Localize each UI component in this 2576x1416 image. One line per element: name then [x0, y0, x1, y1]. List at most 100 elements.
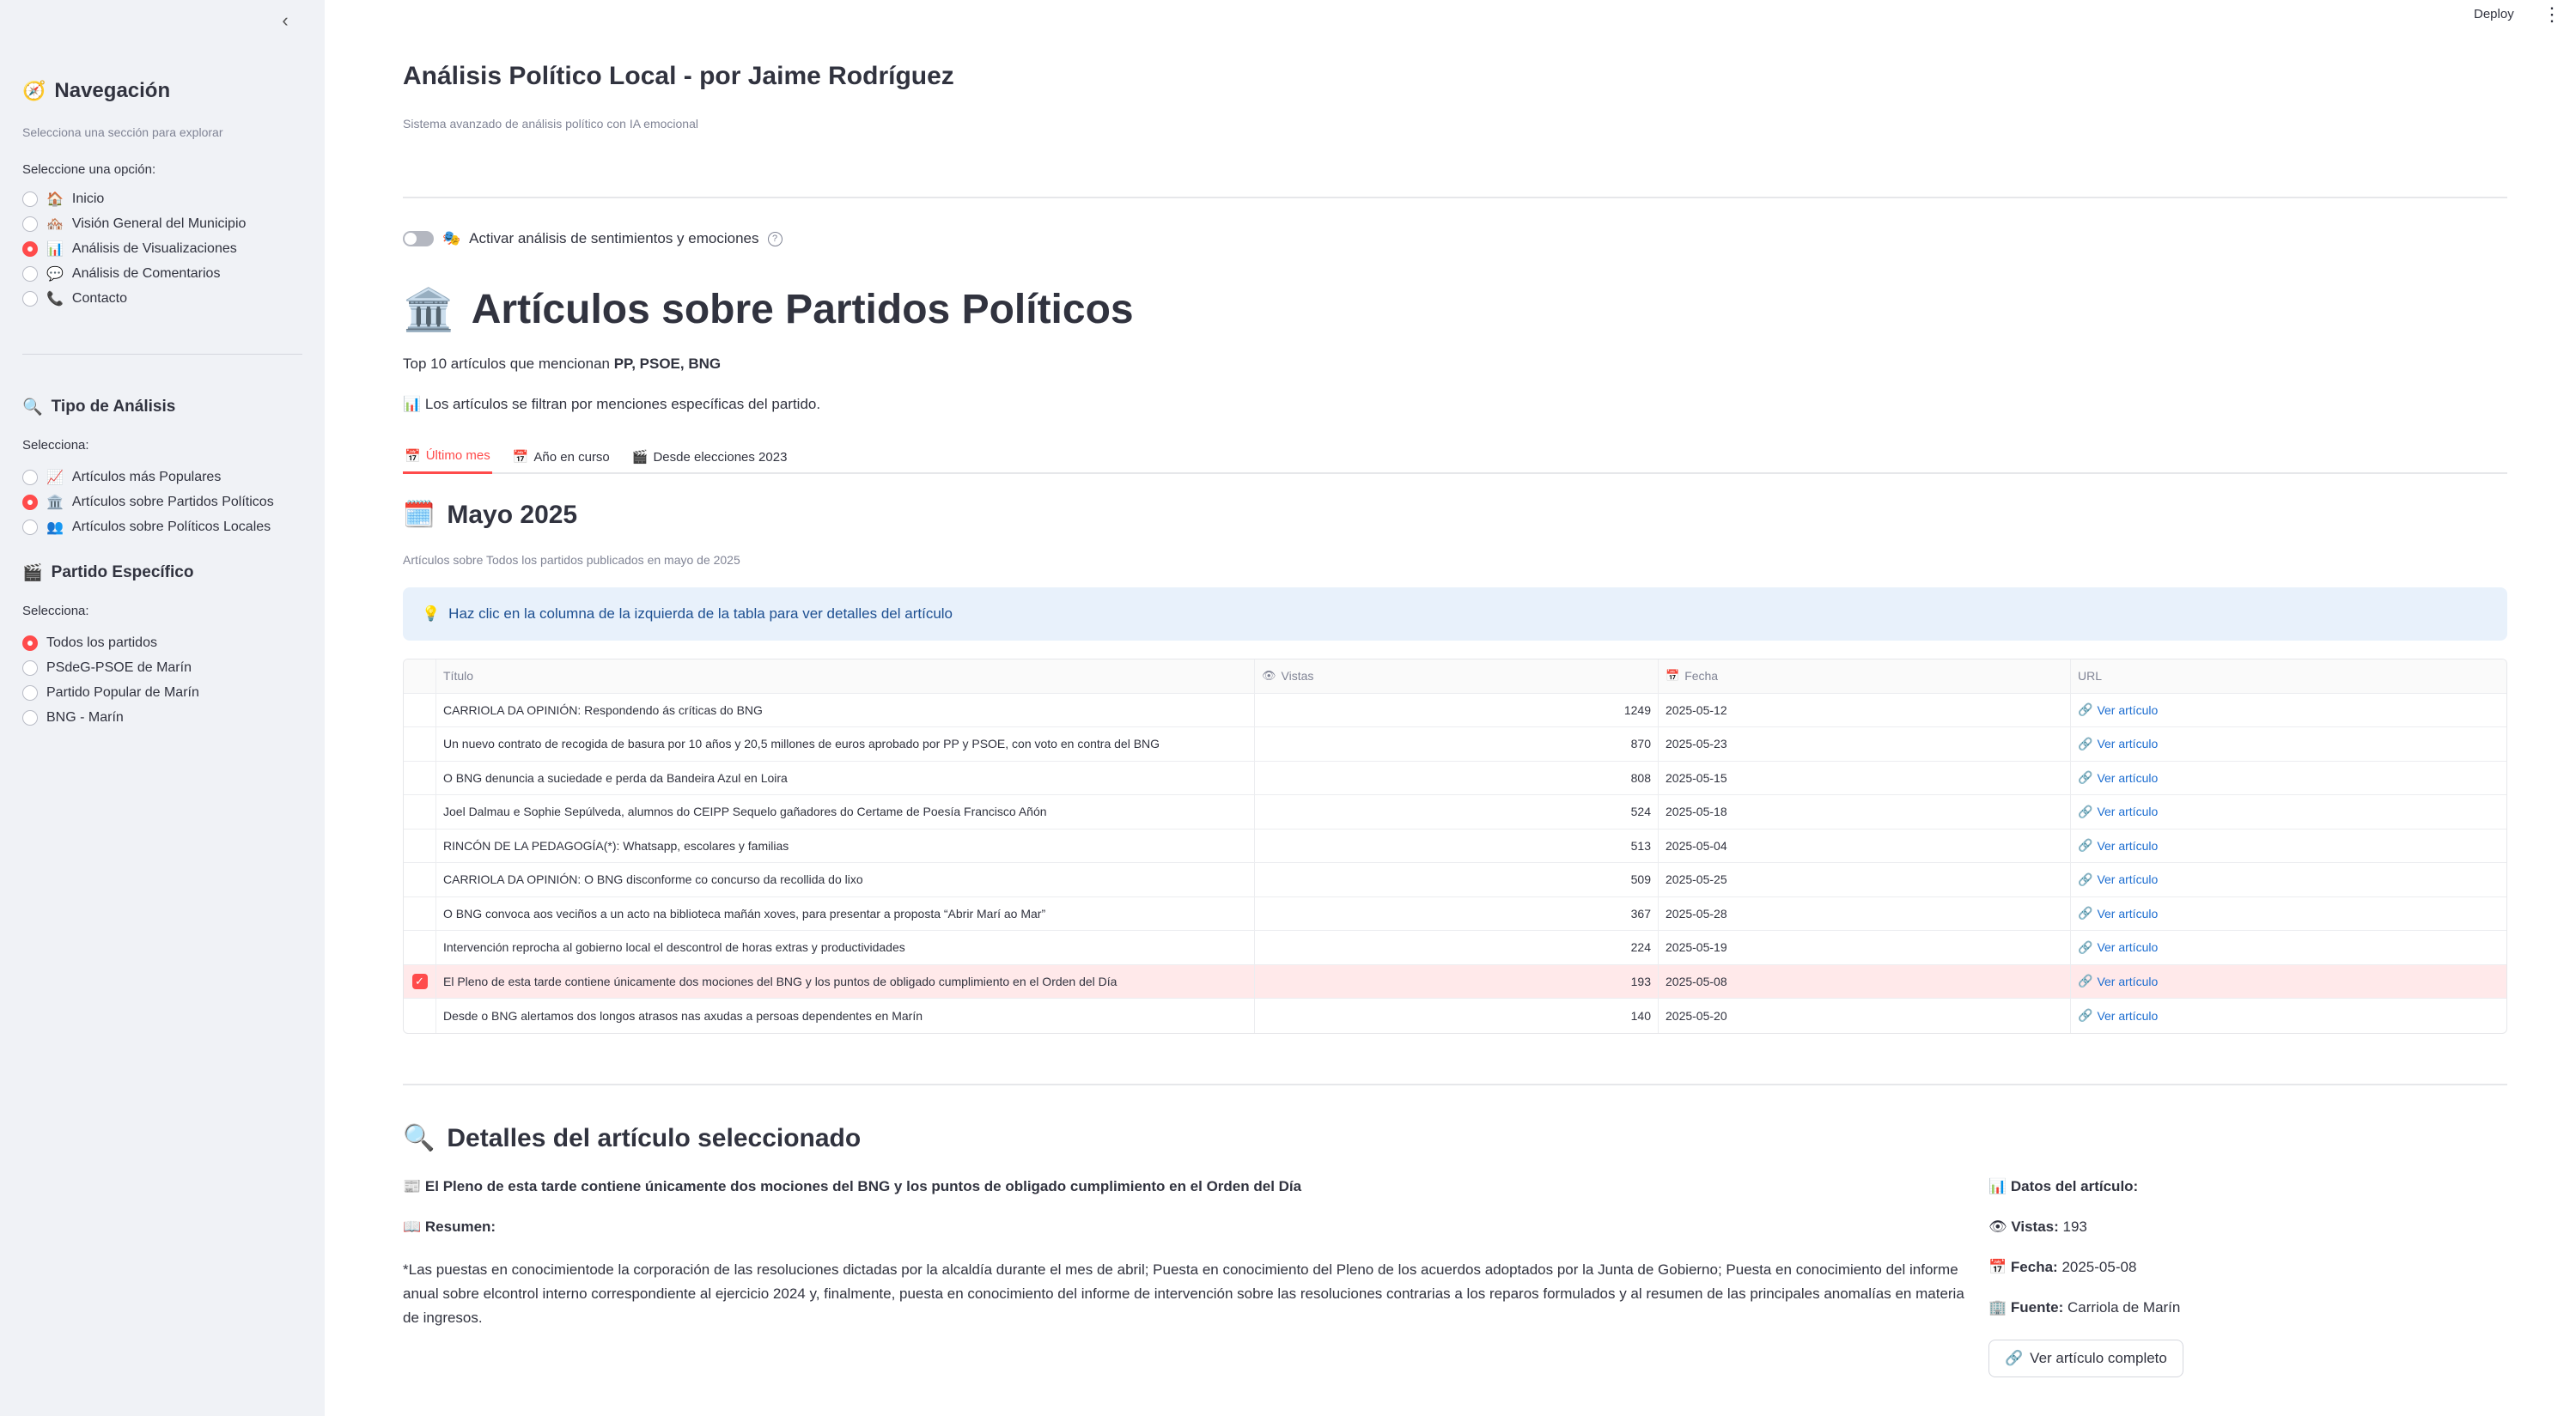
table-row[interactable]: ✓ El Pleno de esta tarde contiene únicame…	[404, 964, 2506, 999]
classical-building-icon: 🏛️	[403, 288, 454, 333]
column-header-date[interactable]: 📅 Fecha	[1659, 659, 2071, 693]
nav-heading-label: Navegación	[54, 79, 171, 102]
table-row[interactable]: Joel Dalmau e Sophie Sepúlveda, alumnos …	[404, 795, 2506, 830]
analysis-option-0[interactable]: 📈 Artículos más Populares	[22, 465, 221, 489]
article-date-label: Fecha:	[2010, 1259, 2058, 1275]
party-option-3[interactable]: BNG - Marín	[22, 706, 124, 730]
nav-option-0[interactable]: 🏠 Inicio	[22, 187, 104, 211]
filter-note: 📊 Los artículos se filtran por menciones…	[403, 396, 820, 413]
nav-option-icon: 🏘️	[46, 217, 64, 232]
article-views: 👁 Vistas: 193	[1988, 1218, 2087, 1236]
sentiment-toggle-row: 🎭 Activar análisis de sentimientos y emo…	[403, 230, 783, 247]
article-link[interactable]: 🔗 Ver artículo	[2078, 872, 2158, 887]
clapper-icon: 🎬	[22, 564, 43, 582]
row-select-cell[interactable]	[404, 727, 436, 761]
article-link[interactable]: 🔗 Ver artículo	[2078, 1008, 2158, 1023]
cell-title: Desde o BNG alertamos dos longos atrasos…	[436, 999, 1255, 1033]
party-heading: 🎬 Partido Específico	[22, 562, 193, 583]
sidebar: ‹ 🧭 Navegación Selecciona una sección pa…	[0, 0, 325, 1416]
cell-url: 🔗 Ver artículo	[2071, 727, 2506, 761]
table-row[interactable]: Desde o BNG alertamos dos longos atrasos…	[404, 999, 2506, 1033]
row-select-cell[interactable]	[404, 896, 436, 930]
sentiment-toggle[interactable]	[403, 231, 434, 246]
nav-option-label: Visión General del Municipio	[71, 216, 247, 231]
articles-table: Título 👁 Vistas 📅 Fecha URL CARRIOLA DA …	[403, 659, 2507, 1034]
cell-views: 509	[1255, 863, 1659, 896]
main-menu-icon[interactable]: ⋮	[2543, 3, 2561, 26]
select-column-header[interactable]	[404, 659, 436, 693]
radio-button[interactable]	[22, 216, 38, 232]
column-header-views[interactable]: 👁 Vistas	[1255, 659, 1659, 693]
radio-button[interactable]	[22, 266, 38, 282]
party-option-2[interactable]: Partido Popular de Marín	[22, 681, 199, 705]
nav-option-1[interactable]: 🏘️ Visión General del Municipio	[22, 212, 246, 236]
party-option-label: Partido Popular de Marín	[46, 685, 199, 700]
article-link[interactable]: 🔗 Ver artículo	[2078, 737, 2158, 751]
radio-button[interactable]	[22, 710, 38, 726]
row-select-cell[interactable]	[404, 931, 436, 964]
radio-button[interactable]	[22, 291, 38, 307]
article-link[interactable]: 🔗 Ver artículo	[2078, 770, 2158, 785]
analysis-option-2[interactable]: 👥 Artículos sobre Políticos Locales	[22, 515, 271, 539]
cell-date: 2025-05-25	[1659, 863, 2071, 896]
row-select-cell[interactable]	[404, 761, 436, 794]
article-link[interactable]: 🔗 Ver artículo	[2078, 805, 2158, 819]
article-link[interactable]: 🔗 Ver artículo	[2078, 838, 2158, 853]
article-source-value: Carriola de Marín	[2067, 1299, 2181, 1316]
cell-date: 2025-05-15	[1659, 761, 2071, 794]
view-full-article-button[interactable]: 🔗 Ver artículo completo	[1988, 1340, 2183, 1377]
magnifier-icon: 🔍	[403, 1124, 435, 1152]
radio-button[interactable]	[22, 470, 38, 485]
row-select-cell[interactable]	[404, 693, 436, 726]
cell-title: O BNG denuncia a suciedade e perda da Ba…	[436, 761, 1255, 794]
link-icon: 🔗	[2078, 804, 2093, 818]
cell-url: 🔗 Ver artículo	[2071, 830, 2506, 863]
cell-views: 224	[1255, 931, 1659, 964]
radio-button[interactable]	[22, 495, 38, 510]
radio-button[interactable]	[22, 685, 38, 701]
article-link[interactable]: 🔗 Ver artículo	[2078, 974, 2158, 988]
deploy-button[interactable]: Deploy	[2474, 7, 2514, 21]
table-row[interactable]: Un nuevo contrato de recogida de basura …	[404, 727, 2506, 762]
table-row[interactable]: O BNG denuncia a suciedade e perda da Ba…	[404, 761, 2506, 795]
row-select-cell[interactable]	[404, 999, 436, 1033]
table-row[interactable]: Intervención reprocha al gobierno local …	[404, 931, 2506, 965]
radio-button[interactable]	[22, 635, 38, 651]
radio-button[interactable]	[22, 520, 38, 535]
radio-button[interactable]	[22, 241, 38, 257]
table-row[interactable]: O BNG convoca aos veciños a un acto na b…	[404, 896, 2506, 931]
nav-option-3[interactable]: 💬 Análisis de Comentarios	[22, 262, 220, 286]
party-option-label: BNG - Marín	[46, 710, 124, 725]
radio-button[interactable]	[22, 191, 38, 207]
link-icon: 🔗	[2078, 906, 2093, 921]
collapse-sidebar-icon[interactable]: ‹	[275, 10, 295, 31]
cell-views: 870	[1255, 727, 1659, 761]
row-select-cell[interactable]: ✓	[404, 964, 436, 998]
help-icon[interactable]: ?	[767, 231, 783, 246]
tab-0[interactable]: 📅 Último mes	[403, 440, 492, 474]
summary-text: *Las puestas en conocimientode la corpor…	[403, 1261, 1964, 1326]
party-option-0[interactable]: Todos los partidos	[22, 631, 157, 655]
column-header-title[interactable]: Título	[436, 659, 1255, 693]
column-header-url[interactable]: URL	[2071, 659, 2506, 693]
party-option-1[interactable]: PSdeG-PSOE de Marín	[22, 656, 192, 680]
cell-views: 193	[1255, 964, 1659, 998]
article-link[interactable]: 🔗 Ver artículo	[2078, 940, 2158, 955]
analysis-option-1[interactable]: 🏛️ Artículos sobre Partidos Políticos	[22, 490, 274, 514]
nav-option-2[interactable]: 📊 Análisis de Visualizaciones	[22, 237, 237, 261]
checkbox-checked-icon[interactable]: ✓	[411, 973, 428, 989]
summary-label-text: Resumen:	[424, 1218, 496, 1235]
article-link[interactable]: 🔗 Ver artículo	[2078, 702, 2158, 717]
tab-1[interactable]: 📅 Año en curso	[511, 440, 612, 474]
table-row[interactable]: CARRIOLA DA OPINIÓN: Respondendo ás crít…	[404, 693, 2506, 727]
row-select-cell[interactable]	[404, 829, 436, 862]
article-link[interactable]: 🔗 Ver artículo	[2078, 906, 2158, 921]
table-row[interactable]: CARRIOLA DA OPINIÓN: O BNG disconforme c…	[404, 863, 2506, 897]
nav-option-4[interactable]: 📞 Contacto	[22, 287, 127, 311]
radio-button[interactable]	[22, 660, 38, 676]
row-select-cell[interactable]	[404, 863, 436, 896]
analysis-option-icon: 📈	[46, 471, 64, 485]
row-select-cell[interactable]	[404, 795, 436, 829]
table-row[interactable]: RINCÓN DE LA PEDAGOGÍA(*): Whatsapp, esc…	[404, 829, 2506, 863]
tab-2[interactable]: 🎬 Desde elecciones 2023	[630, 440, 789, 474]
